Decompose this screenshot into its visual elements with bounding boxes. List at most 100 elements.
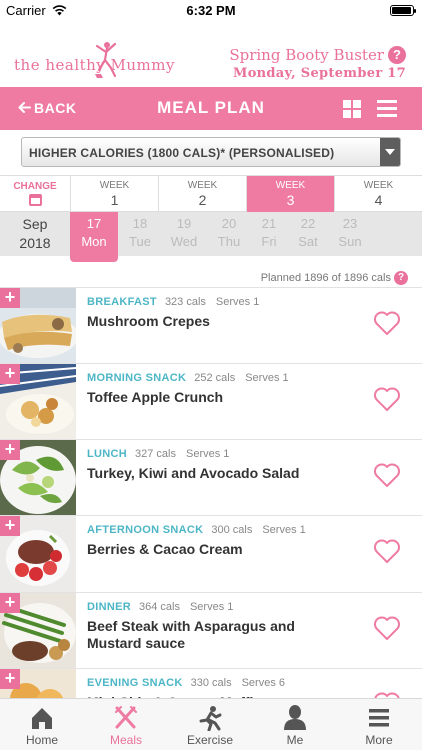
- meal-meta: 327 cals Serves 1: [135, 448, 229, 460]
- tab-more[interactable]: More: [337, 699, 421, 750]
- meal-meta: 330 cals Serves 6: [191, 677, 285, 689]
- week-label: WEEK: [363, 180, 394, 191]
- day-sat[interactable]: 22 Sat: [286, 212, 330, 256]
- meal-calories: 252 cals: [194, 372, 236, 384]
- day-date: 17: [86, 216, 102, 231]
- meal-type-label: DINNER: [87, 601, 131, 613]
- day-thu[interactable]: 20 Thu: [207, 212, 251, 256]
- status-bar: Carrier 6:32 PM: [0, 0, 422, 22]
- tab-meals[interactable]: Meals: [84, 699, 168, 750]
- calorie-plan-select[interactable]: HIGHER CALORIES (1800 CALS)* (PERSONALIS…: [21, 137, 401, 167]
- day-weekday: Wed: [170, 234, 198, 249]
- tab-exercise[interactable]: Exercise: [168, 699, 252, 750]
- week-label: WEEK: [275, 180, 306, 191]
- month-year: Sep 2018: [0, 212, 70, 256]
- menu-icon: [337, 705, 421, 731]
- day-date: 23: [342, 216, 358, 231]
- week-tab-1[interactable]: WEEK 1: [71, 176, 159, 212]
- program-help-icon[interactable]: ?: [388, 46, 406, 64]
- week-label: WEEK: [99, 180, 130, 191]
- heart-icon[interactable]: [373, 310, 401, 336]
- meal-row[interactable]: + LUNCH 327 cals Serves 1 Turkey, Kiwi and A…: [0, 439, 422, 516]
- day-weekday: Sat: [298, 234, 318, 249]
- tab-label: Meals: [109, 733, 142, 747]
- add-meal-button[interactable]: +: [0, 516, 20, 536]
- add-meal-button[interactable]: +: [0, 593, 20, 613]
- change-label: CHANGE: [13, 181, 57, 192]
- add-meal-button[interactable]: +: [0, 440, 20, 460]
- planned-help-icon[interactable]: ?: [394, 271, 408, 285]
- day-sun[interactable]: 23 Sun: [328, 212, 372, 256]
- meal-title[interactable]: Beef Steak with Asparagus and Mustard sa…: [87, 618, 317, 652]
- meal-calories: 364 cals: [138, 601, 180, 613]
- meal-serves: Serves 1: [262, 524, 306, 536]
- meal-title[interactable]: Mushroom Crepes: [87, 313, 317, 330]
- year-label: 2018: [19, 235, 51, 251]
- week-number: 2: [198, 192, 207, 208]
- add-meal-button[interactable]: +: [0, 669, 20, 689]
- week-label: WEEK: [187, 180, 218, 191]
- calorie-plan-value: HIGHER CALORIES (1800 CALS)* (PERSONALIS…: [29, 146, 335, 160]
- day-wed[interactable]: 19 Wed: [162, 212, 206, 256]
- day-fri[interactable]: 21 Fri: [247, 212, 291, 256]
- meal-calories: 330 cals: [190, 677, 232, 689]
- meal-row[interactable]: + BREAKFAST 323 cals Serves 1 Mushroom Crepe…: [0, 287, 422, 364]
- mummy-figure-icon: [95, 42, 117, 78]
- planned-text: Planned 1896 of 1896 cals: [260, 272, 391, 284]
- meal-serves: Serves 6: [241, 677, 285, 689]
- meal-calories: 327 cals: [135, 448, 176, 460]
- tab-home[interactable]: Home: [0, 699, 84, 750]
- day-mon[interactable]: 17 Mon: [70, 212, 118, 262]
- day-weekday: Sun: [338, 234, 362, 249]
- week-tab-4[interactable]: WEEK 4: [335, 176, 422, 212]
- week-tab-2[interactable]: WEEK 2: [159, 176, 247, 212]
- heart-icon[interactable]: [373, 615, 401, 641]
- day-date: 21: [261, 216, 277, 231]
- meal-serves: Serves 1: [185, 448, 230, 460]
- cutlery-icon: [84, 705, 168, 731]
- meal-calories: 323 cals: [164, 296, 206, 308]
- meal-title[interactable]: Turkey, Kiwi and Avocado Salad: [87, 465, 317, 482]
- meal-row[interactable]: + DINNER 364 cals Serves 1 Beef Steak with A…: [0, 592, 422, 669]
- change-week-button[interactable]: CHANGE: [0, 176, 71, 212]
- meal-type: BREAKFAST 323 cals Serves 1: [87, 296, 259, 308]
- program-date: Monday, September 17: [233, 66, 406, 81]
- meal-serves: Serves 1: [215, 296, 260, 308]
- tab-me[interactable]: Me: [253, 699, 337, 750]
- home-icon: [0, 705, 84, 731]
- day-weekday: Mon: [81, 234, 107, 249]
- battery-fill: [392, 7, 411, 14]
- add-meal-button[interactable]: +: [0, 364, 20, 384]
- week-tab-3[interactable]: WEEK 3: [247, 176, 335, 212]
- tab-label: Exercise: [186, 733, 233, 747]
- week-number: 3: [286, 192, 295, 208]
- meal-type-label: MORNING SNACK: [87, 372, 187, 384]
- meal-title[interactable]: Toffee Apple Crunch: [87, 389, 317, 406]
- day-weekday: Fri: [261, 234, 277, 249]
- planned-calories: Planned 1896 of 1896 cals?: [261, 271, 408, 285]
- meal-meta: 323 cals Serves 1: [165, 296, 259, 308]
- clock: 6:32 PM: [186, 3, 236, 18]
- list-menu-icon[interactable]: [377, 100, 397, 117]
- day-date: 22: [300, 216, 316, 231]
- day-tue[interactable]: 18 Tue: [118, 212, 162, 256]
- day-selector: Sep 2018 17 Mon 18 Tue 19 Wed 20 Thu 21 Fri 22 Sat 2…: [0, 212, 422, 262]
- add-meal-button[interactable]: +: [0, 288, 20, 308]
- heart-icon[interactable]: [373, 386, 401, 412]
- meal-type-label: AFTERNOON SNACK: [87, 524, 204, 536]
- heart-icon[interactable]: [373, 462, 401, 488]
- meal-meta: 300 cals Serves 1: [211, 524, 305, 536]
- meal-meta: 252 cals Serves 1: [194, 372, 288, 384]
- tab-bar: Home Meals Exercise Me More: [0, 698, 422, 750]
- meal-row[interactable]: + AFTERNOON SNACK 300 cals Serves 1 Berries …: [0, 515, 422, 592]
- meal-row[interactable]: + MORNING SNACK 252 cals Serves 1 Toffee App…: [0, 363, 422, 440]
- week-number: 4: [374, 192, 383, 208]
- meal-type: AFTERNOON SNACK 300 cals Serves 1: [87, 524, 306, 536]
- grid-view-icon[interactable]: [343, 100, 361, 118]
- heart-icon[interactable]: [373, 538, 401, 564]
- meal-type: DINNER 364 cals Serves 1: [87, 601, 233, 613]
- week-number: 1: [110, 192, 119, 208]
- tab-label: Home: [25, 733, 58, 747]
- meal-title[interactable]: Berries & Cacao Cream: [87, 541, 317, 558]
- meal-plan-navbar: BACK MEAL PLAN: [0, 87, 422, 130]
